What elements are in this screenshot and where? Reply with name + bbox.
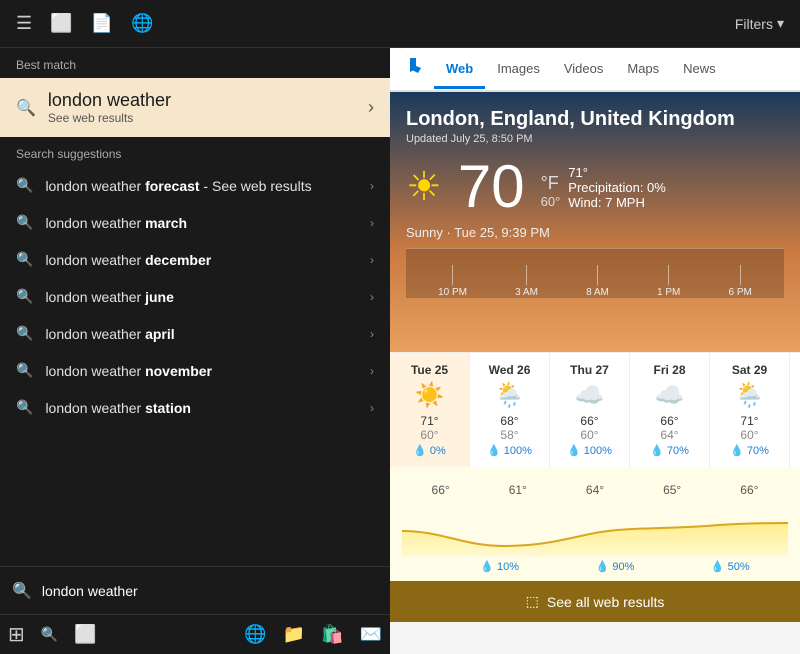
best-match-left: 🔍 london weather See web results [16, 90, 171, 125]
explorer-icon[interactable]: 📁 [283, 624, 305, 645]
forecast-day-tue[interactable]: Tue 25 ☀️ 71° 60° 💧 0% [390, 353, 470, 467]
windows-icon[interactable]: ⊞ [8, 622, 25, 647]
precip-label-3: 💧 50% [711, 560, 750, 573]
suggestion-item[interactable]: 🔍 london weather march › [0, 204, 390, 241]
suggestion-search-icon: 🔍 [16, 399, 33, 416]
bing-tabs: Web Images Videos Maps News [390, 48, 800, 92]
best-match-label: Best match [0, 48, 390, 78]
globe-icon[interactable]: 🌐 [131, 13, 153, 34]
top-bar-icons: ☰ ⬜ 📄 🌐 [16, 13, 153, 34]
suggestion-item[interactable]: 🔍 london weather november › [0, 352, 390, 389]
suggestion-search-icon: 🔍 [16, 177, 33, 194]
chart-label-5: 66° [740, 483, 758, 497]
chart-label-3: 64° [586, 483, 604, 497]
suggestion-item[interactable]: 🔍 london weather april › [0, 315, 390, 352]
suggestion-search-icon: 🔍 [16, 288, 33, 305]
bing-logo [402, 55, 426, 84]
suggestion-item[interactable]: 🔍 london weather station › [0, 389, 390, 426]
mail-icon[interactable]: ✉️ [360, 624, 382, 645]
weather-condition-time: Sunny · Tue 25, 9:39 PM [406, 225, 784, 240]
sun-icon: ☀ [406, 164, 442, 210]
chart-label-2: 61° [509, 483, 527, 497]
temp-high: 71° [568, 165, 666, 180]
forecast-day-sun[interactable]: Sun 30 ☁️ 72° 55° 💧 60% [790, 353, 800, 467]
search-bar: 🔍 [0, 566, 390, 614]
suggestion-search-icon: 🔍 [16, 214, 33, 231]
document-icon[interactable]: 📄 [91, 13, 113, 34]
chart-label-4: 65° [663, 483, 681, 497]
chart-label-1: 66° [432, 483, 450, 497]
top-bar: ☰ ⬜ 📄 🌐 Filters ▾ [0, 0, 800, 48]
tab-images[interactable]: Images [485, 51, 552, 89]
suggestion-chevron: › [370, 327, 374, 341]
store-icon[interactable]: 🛍️ [321, 624, 343, 645]
best-match-sub: See web results [48, 111, 171, 125]
forecast-row: Tue 25 ☀️ 71° 60° 💧 0% Wed 26 🌦️ 68° 58° [390, 352, 800, 467]
cortana-icon[interactable]: 🔍 [41, 626, 58, 643]
main-content: Best match 🔍 london weather See web resu… [0, 48, 800, 654]
sidebar: Best match 🔍 london weather See web resu… [0, 48, 390, 654]
filters-button[interactable]: Filters ▾ [735, 15, 784, 32]
precipitation: Precipitation: 0% [568, 180, 666, 195]
precip-label-2: 💧 90% [596, 560, 635, 573]
weather-details: 71° Precipitation: 0% Wind: 7 MPH [568, 165, 666, 210]
suggestion-text: london weather november [45, 363, 212, 379]
forecast-day-thu[interactable]: Thu 27 ☁️ 66° 60° 💧 100% [550, 353, 630, 467]
suggestion-text: london weather forecast - See web result… [45, 178, 311, 194]
suggestion-text: london weather station [45, 400, 191, 416]
mini-chart: 66° 61° 64° 65° 66° [390, 467, 800, 581]
search-bar-icon: 🔍 [12, 581, 32, 601]
forecast-day-wed[interactable]: Wed 26 🌦️ 68° 58° 💧 100% [470, 353, 550, 467]
suggestion-chevron: › [370, 401, 374, 415]
suggestion-chevron: › [370, 290, 374, 304]
suggestion-item[interactable]: 🔍 london weather december › [0, 241, 390, 278]
tab-web[interactable]: Web [434, 51, 485, 89]
chart-area [402, 501, 788, 556]
weather-main: ☀ 70 °F 60° [406, 157, 560, 217]
hamburger-icon[interactable]: ☰ [16, 13, 32, 34]
see-all-label: See all web results [547, 594, 665, 610]
weather-card: London, England, United Kingdom Updated … [390, 92, 800, 654]
forecast-day-sat[interactable]: Sat 29 🌦️ 71° 60° 💧 70% [710, 353, 790, 467]
weather-units: °F 60° [541, 173, 561, 209]
task-view-icon[interactable]: ⬜ [74, 624, 96, 645]
weather-hero: London, England, United Kingdom Updated … [390, 92, 800, 352]
suggestion-text: london weather december [45, 252, 211, 268]
suggestion-chevron: › [370, 179, 374, 193]
browser-icon[interactable]: ⬜ [50, 13, 72, 34]
taskbar: ⊞ 🔍 ⬜ 🌐 📁 🛍️ ✉️ [0, 614, 390, 654]
best-match-arrow: › [368, 97, 374, 118]
see-all-bar[interactable]: ⬚ See all web results [390, 581, 800, 622]
suggestion-search-icon: 🔍 [16, 251, 33, 268]
weather-location: London, England, United Kingdom [406, 108, 784, 131]
suggestion-text: london weather june [45, 289, 173, 305]
search-input[interactable] [42, 583, 378, 599]
best-match-main: london weather [48, 90, 171, 111]
right-panel: Web Images Videos Maps News London, Engl… [390, 48, 800, 654]
suggestion-chevron: › [370, 216, 374, 230]
weather-temp: 70 [458, 157, 525, 217]
see-all-icon: ⬚ [526, 593, 539, 610]
precip-label-1: 💧 10% [480, 560, 519, 573]
suggestion-item[interactable]: 🔍 london weather june › [0, 278, 390, 315]
suggestion-search-icon: 🔍 [16, 325, 33, 342]
hourly-bar: 10 PM 3 AM 8 AM 1 PM 6 PM [406, 248, 784, 298]
suggestion-chevron: › [370, 364, 374, 378]
tab-maps[interactable]: Maps [615, 51, 671, 89]
weather-updated: Updated July 25, 8:50 PM [406, 133, 784, 145]
suggestion-text: london weather march [45, 215, 187, 231]
suggestion-chevron: › [370, 253, 374, 267]
wind: Wind: 7 MPH [568, 195, 666, 210]
suggestion-search-icon: 🔍 [16, 362, 33, 379]
suggestions-label: Search suggestions [0, 137, 390, 167]
edge-icon[interactable]: 🌐 [244, 624, 266, 645]
best-match-text: london weather See web results [48, 90, 171, 125]
tab-news[interactable]: News [671, 51, 728, 89]
best-match-item[interactable]: 🔍 london weather See web results › [0, 78, 390, 137]
search-icon: 🔍 [16, 98, 36, 118]
tab-videos[interactable]: Videos [552, 51, 616, 89]
suggestion-text: london weather april [45, 326, 174, 342]
forecast-day-fri[interactable]: Fri 28 ☁️ 66° 64° 💧 70% [630, 353, 710, 467]
suggestion-item[interactable]: 🔍 london weather forecast - See web resu… [0, 167, 390, 204]
